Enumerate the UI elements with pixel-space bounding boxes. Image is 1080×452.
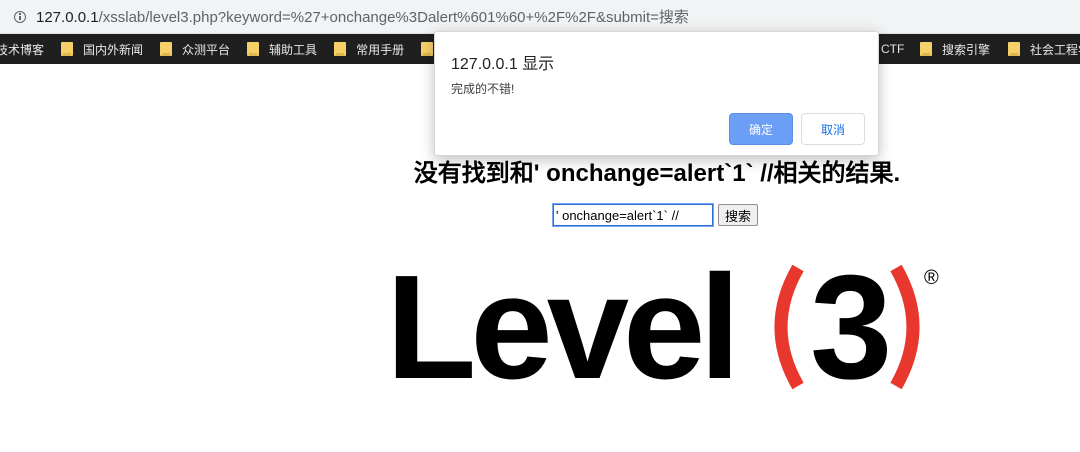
url-path: /xsslab/level3.php?keyword=%27+onchange%… (98, 9, 689, 26)
logo-right-paren (890, 264, 920, 390)
search-button[interactable]: 搜索 (718, 204, 759, 226)
folder-icon (247, 42, 260, 56)
bookmark-label: 搜索引擎 (942, 42, 991, 57)
folder-icon (421, 42, 434, 56)
url-text[interactable]: 127.0.0.1/xsslab/level3.php?keyword=%27+… (36, 6, 689, 27)
search-form: 搜索 (552, 203, 759, 227)
bookmark-label: 辅助工具 (269, 42, 318, 57)
bookmark-label: 常用手册 (356, 42, 405, 57)
bookmark-tech-blog[interactable]: 技术博客 (0, 34, 44, 64)
ok-button[interactable]: 确定 (729, 113, 793, 145)
alert-dialog: 127.0.0.1 显示 完成的不错! 确定 取消 (434, 31, 879, 156)
url-host: 127.0.0.1 (36, 9, 99, 26)
bookmark-manuals[interactable]: 常用手册 (334, 34, 404, 64)
folder-icon (334, 42, 347, 56)
bookmark-search-engines[interactable]: 搜索引擎 (920, 34, 990, 64)
bookmark-social-engineering[interactable]: 社会工程学 (1008, 34, 1080, 64)
bookmark-crowdtest[interactable]: 众测平台 (160, 34, 230, 64)
folder-icon (920, 42, 932, 56)
logo-number: 3 (810, 262, 892, 392)
logo-left-paren (774, 264, 804, 390)
bookmark-label: 众测平台 (182, 42, 231, 57)
bookmark-label: 国内外新闻 (83, 42, 144, 57)
info-icon[interactable] (14, 10, 26, 23)
folder-icon (160, 42, 173, 56)
address-bar[interactable]: 127.0.0.1/xsslab/level3.php?keyword=%27+… (0, 0, 1080, 34)
bookmark-news[interactable]: 国内外新闻 (61, 34, 143, 64)
registered-mark: ® (924, 267, 939, 289)
bookmark-label: 社会工程学 (1030, 42, 1080, 57)
page-title: 没有找到和' onchange=alert`1` //相关的结果. (413, 160, 901, 187)
search-input[interactable] (552, 203, 714, 227)
logo-word: Level (386, 262, 734, 392)
folder-icon (1008, 42, 1020, 56)
bookmark-label: 技术博客 (0, 42, 45, 57)
bookmark-tools[interactable]: 辅助工具 (247, 34, 317, 64)
folder-icon (61, 42, 74, 56)
dialog-title: 127.0.0.1 显示 (451, 56, 555, 73)
level3-logo: Level 3 ® (386, 262, 939, 392)
dialog-message: 完成的不错! (451, 82, 515, 96)
bookmark-label: CTF (881, 42, 905, 56)
cancel-button[interactable]: 取消 (801, 113, 865, 145)
